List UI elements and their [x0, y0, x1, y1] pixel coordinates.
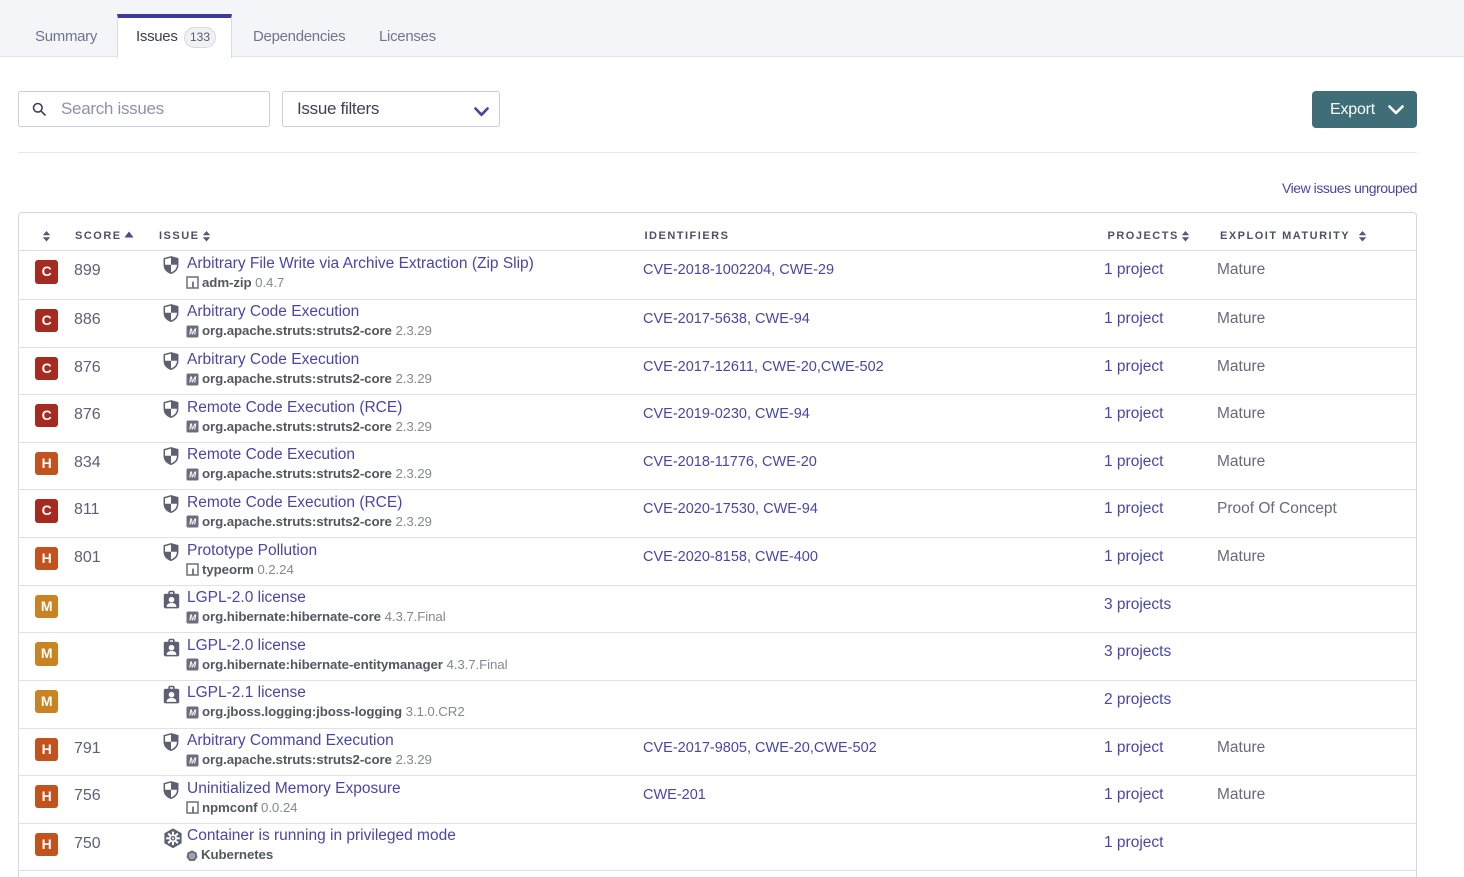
svg-text:M: M: [189, 469, 197, 479]
svg-text:M: M: [189, 612, 197, 622]
svg-text:M: M: [189, 517, 197, 527]
svg-text:M: M: [189, 374, 197, 384]
svg-text:M: M: [189, 660, 197, 670]
svg-text:M: M: [189, 422, 197, 432]
svg-text:M: M: [189, 327, 197, 337]
svg-text:M: M: [189, 708, 197, 718]
svg-text:M: M: [189, 755, 197, 765]
